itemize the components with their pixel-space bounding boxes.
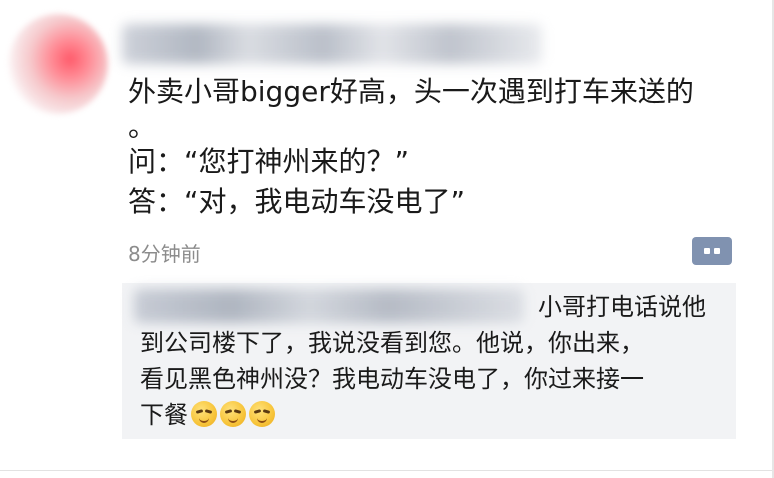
comment-dot [714,248,720,254]
comment-text-line: 小哥打电话说他 [538,293,706,321]
post-content: 外卖小哥bigger好高，头一次遇到打车来送的 。 问：“您打神州来的？” 答：… [128,72,748,222]
post-text-line: 问：“您打神州来的？” [128,145,410,178]
comment-last-line: 下餐 [140,397,730,433]
comment-section: 小哥打电话说他 到公司楼下了，我说没看到您。他说，你出来， 看见黑色神州没？我电… [122,283,736,439]
post-text-line: 外卖小哥bigger好高，头一次遇到打车来送的 [128,75,694,108]
moments-post: 外卖小哥bigger好高，头一次遇到打车来送的 。 问：“您打神州来的？” 答：… [0,0,774,478]
author-name-blurred[interactable] [122,24,542,64]
comment-text-line: 到公司楼下了，我说没看到您。他说，你出来， [140,329,644,357]
avatar[interactable] [8,14,108,114]
comment-bubble-icon[interactable] [692,237,732,265]
comment-item[interactable]: 小哥打电话说他 到公司楼下了，我说没看到您。他说，你出来， 看见黑色神州没？我电… [140,289,730,433]
smirk-emoji-icon [220,401,246,427]
post-text-line: 。 [128,110,157,143]
comment-text-line: 下餐 [140,401,188,429]
smirk-emoji-icon [249,401,275,427]
post-timestamp: 8分钟前 [128,242,201,266]
divider [0,470,774,471]
comment-dot [704,248,710,254]
post-text-line: 答：“对，我电动车没电了” [128,185,466,218]
smirk-emoji-icon [191,401,217,427]
comment-text-line: 看见黑色神州没？我电动车没电了，你过来接一 [140,365,644,393]
